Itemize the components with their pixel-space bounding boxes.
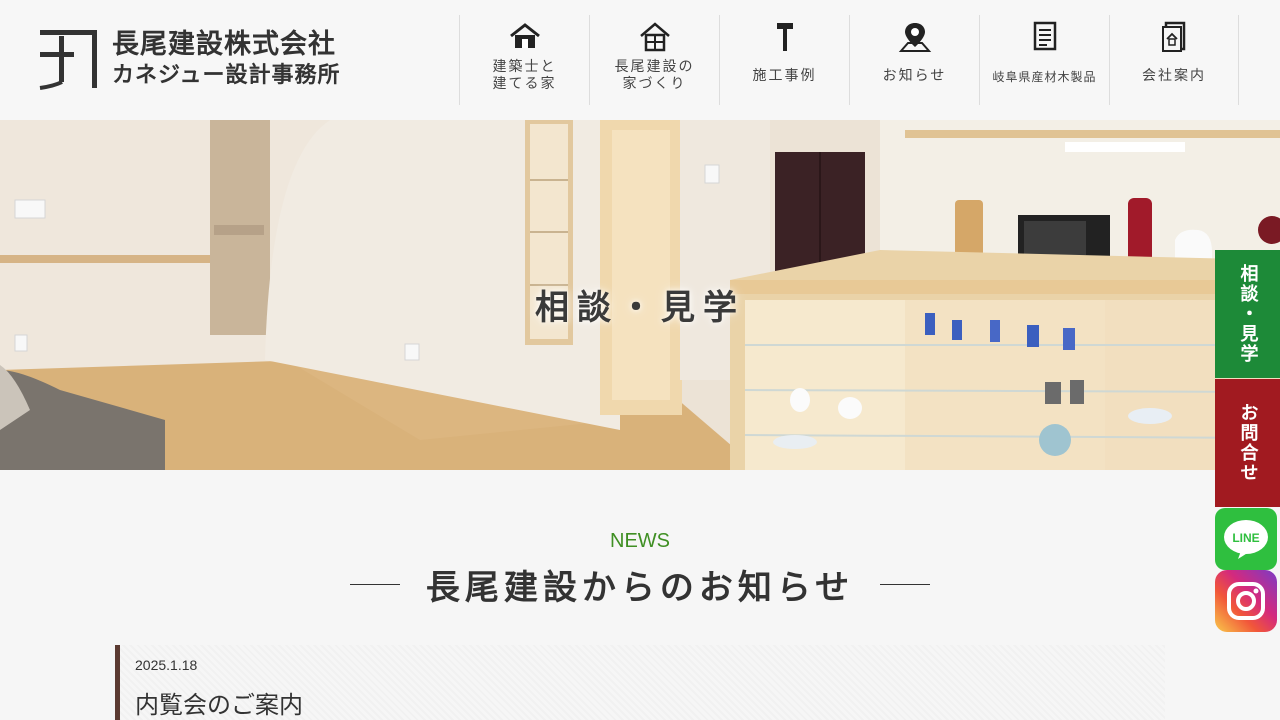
- nav-label: 建築士と 建てる家: [492, 59, 557, 92]
- news-list-item[interactable]: 2025.1.18 内覧会のご案内: [115, 645, 1165, 720]
- nav-item-gifu-wood[interactable]: 岐阜県産材木製品: [979, 15, 1109, 105]
- side-contact-label: お問合せ: [1237, 403, 1259, 483]
- news-heading: 長尾建設からのお知らせ: [0, 560, 1280, 609]
- house-icon: [508, 19, 542, 55]
- side-consult-label: 相談・見学: [1237, 264, 1259, 364]
- nav-label: お知らせ: [882, 68, 947, 84]
- news-heading-en: NEWS: [610, 530, 670, 552]
- heading-rule-left: [349, 584, 400, 585]
- company-document-icon: [1157, 19, 1191, 55]
- nav-label: 施工事例: [752, 68, 817, 84]
- heading-rule-right: [880, 584, 931, 585]
- news-heading-ja: 長尾建設からのお知らせ: [425, 568, 855, 608]
- company-name: 長尾建設株式会社: [112, 29, 336, 60]
- nav-item-architect-house[interactable]: 建築士と 建てる家: [459, 15, 589, 105]
- side-contact-button[interactable]: お問合せ: [1215, 379, 1280, 507]
- news-title[interactable]: 内覧会のご案内: [135, 685, 303, 720]
- house-building-icon: [638, 19, 672, 55]
- nav-item-company[interactable]: 会社案内: [1109, 15, 1239, 105]
- site-logo[interactable]: 長尾建設株式会社 カネジュー設計事務所: [38, 26, 340, 92]
- site-header: 長尾建設株式会社 カネジュー設計事務所 建築士と 建てる家 長尾建設の 家づくり…: [0, 0, 1280, 120]
- map-pin-icon: [898, 19, 932, 55]
- nav-item-house-building[interactable]: 長尾建設の 家づくり: [589, 15, 719, 105]
- hero-title: 相談・見学: [535, 288, 745, 328]
- document-list-icon: [1028, 19, 1062, 55]
- hero-banner: 相談・見学: [0, 120, 1280, 470]
- news-date: 2025.1.18: [135, 657, 198, 673]
- hammer-icon: [768, 19, 802, 55]
- nav-item-works[interactable]: 施工事例: [719, 15, 849, 105]
- main-nav: 建築士と 建てる家 長尾建設の 家づくり 施工事例 お知らせ 岐阜県産材木製品: [459, 15, 1239, 105]
- nav-item-news[interactable]: お知らせ: [849, 15, 979, 105]
- logo-mark-icon: [38, 26, 100, 92]
- nav-label: 長尾建設の 家づくり: [614, 59, 695, 92]
- nav-label: 会社案内: [1142, 68, 1206, 84]
- nav-label: 岐阜県産材木製品: [992, 70, 1097, 84]
- side-consult-button[interactable]: 相談・見学: [1215, 250, 1280, 378]
- office-name: カネジュー設計事務所: [112, 63, 341, 88]
